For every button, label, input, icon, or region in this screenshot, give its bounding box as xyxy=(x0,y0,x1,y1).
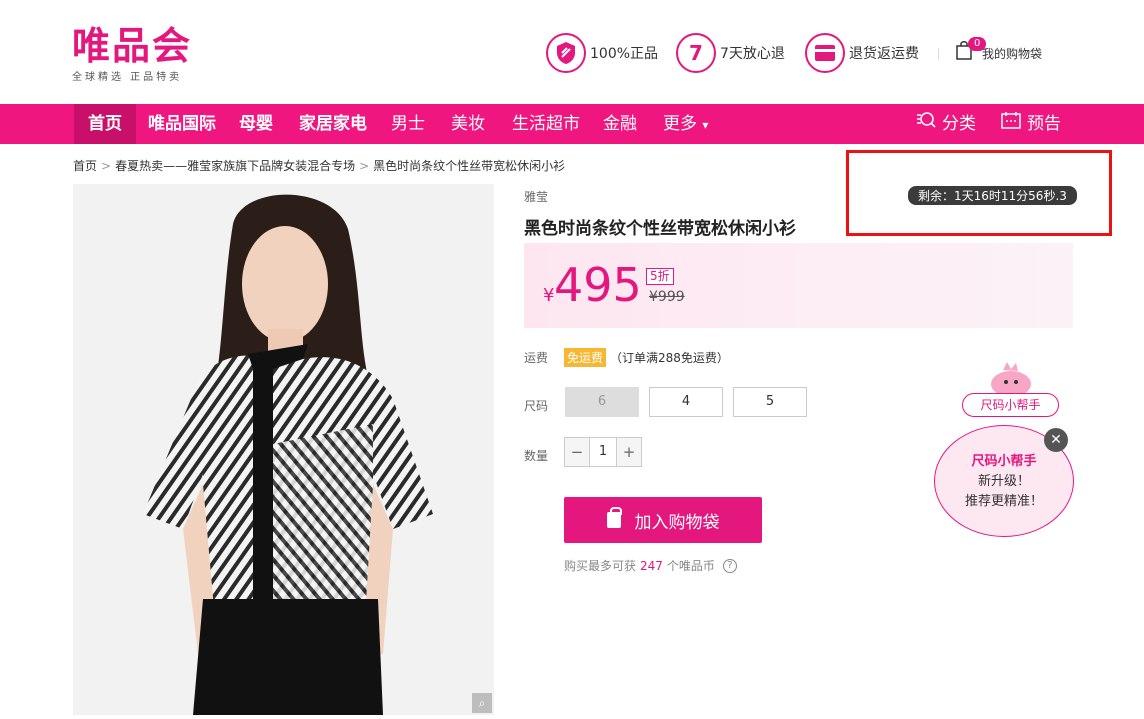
mascot-icon[interactable] xyxy=(985,360,1035,397)
size-helper-line1: 新升级！ xyxy=(977,474,1030,489)
size-option-6[interactable]: 6 xyxy=(565,387,639,417)
header-divider xyxy=(938,48,939,60)
size-helper-tag[interactable]: 尺码小帮手 xyxy=(962,393,1059,417)
breadcrumb-home[interactable]: 首页 xyxy=(73,159,97,173)
cart-count-badge: 0 xyxy=(968,37,987,51)
sale-price: 495 xyxy=(554,258,642,312)
nav-supermarket[interactable]: 生活超市 xyxy=(512,104,580,144)
promise-authentic-label: 100%正品 xyxy=(590,46,659,62)
shipping-note: （订单满288免运费） xyxy=(610,351,729,365)
logo-text: 唯品会 xyxy=(72,24,193,68)
breadcrumb: 首页 > 春夏热卖——雅莹家族旗下品牌女装混合专场 > 黑色时尚条纹个性丝带宽松休闲小衫 xyxy=(73,157,565,174)
discount-badge: 5折 xyxy=(646,268,674,285)
nav-preview[interactable]: 预告 xyxy=(1001,104,1061,144)
breadcrumb-special[interactable]: 春夏热卖——雅莹家族旗下品牌女装混合专场 xyxy=(115,159,355,173)
vip-logo[interactable]: 唯品会 全球精选 正品特卖 xyxy=(72,24,192,83)
size-helper-line2: 推荐更精准！ xyxy=(964,494,1043,509)
promise-shipping[interactable]: 退货返运费 xyxy=(805,33,919,73)
coins-prefix: 购买最多可获 xyxy=(564,559,637,573)
nav-men[interactable]: 男士 xyxy=(391,104,425,144)
quantity-input[interactable]: 1 xyxy=(589,438,617,466)
promise-authentic[interactable]: 100%正品 xyxy=(546,33,658,73)
product-title: 黑色时尚条纹个性丝带宽松休闲小衫 xyxy=(524,219,796,239)
nav-home-appliance[interactable]: 家居家电 xyxy=(299,104,367,144)
nav-more[interactable]: 更多 ▾ xyxy=(663,104,708,144)
card-icon xyxy=(805,33,845,73)
add-to-cart-label: 加入购物袋 xyxy=(634,512,720,533)
close-icon[interactable]: ✕ xyxy=(1044,428,1068,452)
nav-beauty[interactable]: 美妆 xyxy=(451,104,485,144)
chevron-down-icon: ▾ xyxy=(702,118,709,132)
nav-home[interactable]: 首页 xyxy=(74,104,136,144)
nav-category-label: 分类 xyxy=(942,114,976,134)
free-shipping-badge: 免运费 xyxy=(564,348,607,367)
breadcrumb-separator: > xyxy=(101,159,112,173)
breadcrumb-current: 黑色时尚条纹个性丝带宽松休闲小衫 xyxy=(373,159,566,173)
nav-baby[interactable]: 母婴 xyxy=(239,104,273,144)
size-label: 尺码 xyxy=(524,399,549,413)
original-price: ¥999 xyxy=(649,289,685,305)
size-option-4[interactable]: 4 xyxy=(649,387,723,417)
nav-international[interactable]: 唯品国际 xyxy=(148,104,216,144)
countdown-timer: 剩余：1天16时11分56秒.3 xyxy=(908,186,1077,205)
shopping-bag-icon xyxy=(606,507,622,528)
main-nav: 首页 唯品国际 母婴 家居家电 男士 美妆 生活超市 金融 更多 ▾ 分类 预告 xyxy=(0,104,1144,144)
nav-category[interactable]: 分类 xyxy=(916,104,976,144)
coins-suffix: 个唯品币 xyxy=(666,559,715,573)
product-image[interactable]: ⌕ xyxy=(73,184,494,715)
product-brand[interactable]: 雅莹 xyxy=(524,188,548,205)
currency-symbol: ¥ xyxy=(543,285,555,306)
breadcrumb-separator: > xyxy=(359,159,370,173)
shield-icon xyxy=(546,33,586,73)
top-header: 唯品会 全球精选 正品特卖 100%正品 7 7天放心退 退货返运费 0 我的购… xyxy=(0,0,1144,104)
promise-shipping-label: 退货返运费 xyxy=(849,46,919,62)
help-icon[interactable]: ? xyxy=(722,558,737,573)
coins-amount: 247 xyxy=(640,558,663,573)
nav-preview-label: 预告 xyxy=(1027,114,1061,134)
model-photo xyxy=(143,194,433,715)
nav-finance[interactable]: 金融 xyxy=(603,104,637,144)
size-option-5[interactable]: 5 xyxy=(733,387,807,417)
shipping-label: 运费 xyxy=(524,351,549,365)
seven-day-icon: 7 xyxy=(676,33,716,73)
size-helper-title: 尺码小帮手 xyxy=(971,454,1037,469)
quantity-minus-button[interactable]: − xyxy=(565,438,589,466)
promise-return-label: 7天放心退 xyxy=(720,46,785,62)
price-panel: ¥ 495 5折 ¥999 xyxy=(524,243,1073,328)
add-to-cart-button[interactable]: 加入购物袋 xyxy=(564,497,762,543)
category-search-icon xyxy=(916,104,936,144)
zoom-icon[interactable]: ⌕ xyxy=(472,693,492,713)
quantity-stepper: − 1 + xyxy=(564,437,642,467)
logo-slogan: 全球精选 正品特卖 xyxy=(72,72,183,83)
quantity-plus-button[interactable]: + xyxy=(617,438,641,466)
nav-more-label: 更多 xyxy=(663,114,697,134)
quantity-label: 数量 xyxy=(524,449,549,463)
vip-coins-info: 购买最多可获 247 个唯品币 ? xyxy=(564,557,737,574)
cart-label: 我的购物袋 xyxy=(982,47,1043,61)
calendar-icon xyxy=(1001,104,1021,144)
cart-link[interactable]: 0 我的购物袋 xyxy=(956,37,1043,62)
promise-return[interactable]: 7 7天放心退 xyxy=(676,33,785,73)
